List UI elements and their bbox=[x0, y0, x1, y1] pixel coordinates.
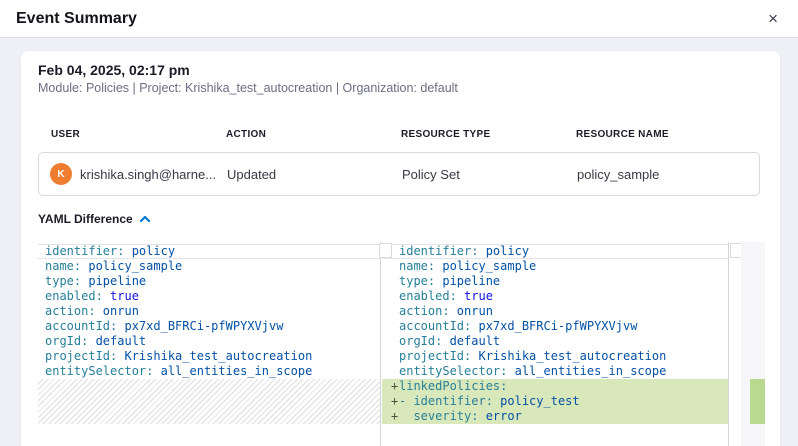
code-line: projectId: Krishika_test_autocreation bbox=[382, 349, 728, 364]
code-line: identifier: policy bbox=[382, 244, 728, 259]
column-header-resource-name: RESOURCE NAME bbox=[576, 129, 760, 140]
code-line: accountId: px7xd_BFRCi-pfWPYXVjvw bbox=[382, 319, 728, 334]
yaml-difference-label: YAML Difference bbox=[38, 212, 133, 226]
code-line-added: +- identifier: policy_test bbox=[382, 394, 728, 409]
diff-plus-marker: + bbox=[391, 409, 398, 424]
resource-name-cell: policy_sample bbox=[577, 167, 759, 182]
code-line: enabled: true bbox=[38, 289, 380, 304]
close-icon[interactable]: × bbox=[762, 8, 784, 29]
page-title: Event Summary bbox=[16, 10, 137, 28]
diff-plus-marker: + bbox=[391, 394, 398, 409]
diff-plus-marker: + bbox=[391, 379, 398, 394]
chevron-up-icon[interactable] bbox=[139, 214, 151, 224]
scrollbar-corner-box bbox=[379, 243, 392, 258]
action-cell: Updated bbox=[227, 167, 402, 182]
code-line: projectId: Krishika_test_autocreation bbox=[38, 349, 380, 364]
code-line: entitySelector: all_entities_in_scope bbox=[38, 364, 380, 379]
event-timestamp: Feb 04, 2025, 02:17 pm bbox=[38, 63, 780, 78]
yaml-difference-toggle[interactable]: YAML Difference bbox=[38, 212, 780, 226]
code-line: accountId: px7xd_BFRCi-pfWPYXVjvw bbox=[38, 319, 380, 334]
diff-original-pane[interactable]: identifier: policy name: policy_sample t… bbox=[38, 242, 381, 446]
avatar: K bbox=[50, 163, 72, 185]
event-scope: Module: Policies | Project: Krishika_tes… bbox=[38, 81, 780, 95]
code-line: name: policy_sample bbox=[38, 259, 380, 274]
yaml-diff-editor: identifier: policy name: policy_sample t… bbox=[38, 242, 765, 446]
resource-type-cell: Policy Set bbox=[402, 167, 577, 182]
column-header-resource-type: RESOURCE TYPE bbox=[401, 129, 576, 140]
code-line: orgId: default bbox=[382, 334, 728, 349]
code-line: entitySelector: all_entities_in_scope bbox=[382, 364, 728, 379]
code-line: type: pipeline bbox=[38, 274, 380, 289]
dialog-body: Feb 04, 2025, 02:17 pm Module: Policies … bbox=[0, 38, 798, 446]
event-card: Feb 04, 2025, 02:17 pm Module: Policies … bbox=[20, 50, 781, 446]
user-cell: K krishika.singh@harne... bbox=[50, 163, 227, 185]
code-line: action: onrun bbox=[38, 304, 380, 319]
diff-added-marker bbox=[750, 379, 765, 424]
diff-placeholder-hatch bbox=[38, 379, 380, 424]
code-line: enabled: true bbox=[382, 289, 728, 304]
dialog-header: Event Summary × bbox=[0, 0, 798, 38]
column-header-user: USER bbox=[51, 129, 226, 140]
event-summary-dialog: Event Summary × Feb 04, 2025, 02:17 pm M… bbox=[0, 0, 798, 446]
code-line: orgId: default bbox=[38, 334, 380, 349]
table-header: USER ACTION RESOURCE TYPE RESOURCE NAME bbox=[21, 129, 780, 140]
code-line: action: onrun bbox=[382, 304, 728, 319]
code-line: name: policy_sample bbox=[382, 259, 728, 274]
column-header-action: ACTION bbox=[226, 129, 401, 140]
diff-overview-ruler[interactable] bbox=[741, 242, 765, 446]
diff-modified-pane[interactable]: identifier: policy name: policy_sample t… bbox=[382, 242, 729, 446]
code-line: type: pipeline bbox=[382, 274, 728, 289]
code-line-added: + severity: error bbox=[382, 409, 728, 424]
code-line-added: +linkedPolicies: bbox=[382, 379, 728, 394]
code-line: identifier: policy bbox=[38, 244, 380, 259]
user-email: krishika.singh@harne... bbox=[80, 167, 216, 182]
table-row: K krishika.singh@harne... Updated Policy… bbox=[38, 152, 760, 196]
